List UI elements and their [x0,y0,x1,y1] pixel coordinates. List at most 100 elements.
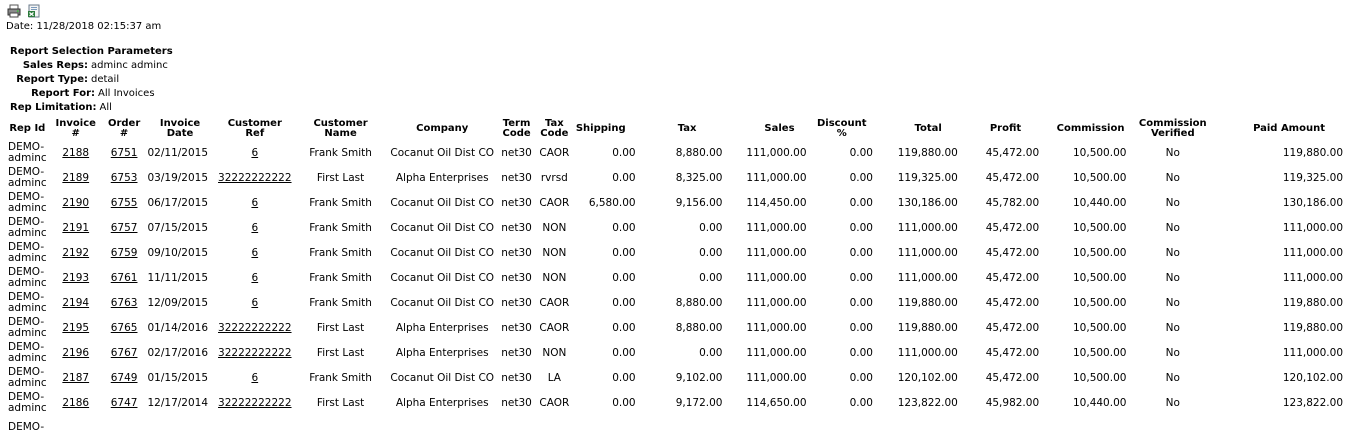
cell-total: 111,000.00 [897,346,958,359]
cell-shipping: 6,580.00 [588,196,636,209]
cell-discount: 0.00 [849,271,873,284]
cell-term-code: net30 [501,346,532,359]
customer-ref-link[interactable]: 32222222222 [218,347,292,359]
cell-tax-code: CAOR [539,196,570,209]
customer-ref-link[interactable]: 6 [251,297,258,309]
customer-ref-link[interactable]: 32222222222 [218,172,292,184]
cell-discount: 0.00 [849,346,873,359]
rep-id-line: adminc [8,151,47,164]
cell-discount: 0.00 [849,246,873,259]
printer-icon[interactable] [7,4,21,18]
param-label: Report For: [31,88,95,99]
cell-rep-id: DEMO-adminc [6,340,49,365]
order-link[interactable]: 6761 [111,272,138,284]
cell-rep-id: DEMO-adminc [6,215,49,240]
customer-ref-link[interactable]: 6 [251,222,258,234]
invoice-link[interactable]: 2193 [62,272,89,284]
cell-customer-name [295,415,386,440]
cell-tax: 9,172.00 [675,396,723,409]
order-link[interactable]: 6747 [111,397,138,409]
cell-shipping: 0.00 [612,346,636,359]
customer-ref-link[interactable]: 6 [251,147,258,159]
cell-shipping [574,415,638,440]
invoice-link[interactable]: 2192 [62,247,89,259]
cell-tax-code: rvrsd [540,171,568,184]
invoice-link[interactable]: 2188 [62,147,89,159]
cell-commission-verified: No [1165,221,1180,234]
param-value: All Invoices [98,88,155,99]
invoice-link[interactable]: 2189 [62,172,89,184]
param-value: detail [91,74,120,85]
cell-commission: 10,500.00 [1073,146,1127,159]
cell-sales [724,415,808,440]
cell-total: 111,000.00 [897,271,958,284]
invoice-link[interactable]: 2190 [62,197,89,209]
cell-paid-amount: 119,880.00 [1282,146,1343,159]
cell-rep-id: DEMO-adminc [6,290,49,315]
cell-shipping: 0.00 [612,271,636,284]
cell-profit: 45,472.00 [985,321,1040,334]
customer-ref-link[interactable]: 6 [251,247,258,259]
order-link[interactable]: 6767 [111,347,138,359]
order-link[interactable]: 6751 [111,147,138,159]
cell-company: Alpha Enterprises [395,346,489,359]
cell-tax-code: NON [542,271,567,284]
cell-commission-verified: No [1165,396,1180,409]
order-link[interactable]: 6749 [111,372,138,384]
cell-customer-name: Frank Smith [309,371,372,384]
cell-invoice-date: 12/09/2015 [147,296,209,309]
invoice-link[interactable]: 2196 [62,347,89,359]
order-link[interactable]: 6765 [111,322,138,334]
invoice-link[interactable]: 2195 [62,322,89,334]
cell-customer-name: Frank Smith [309,296,372,309]
cell-sales: 111,000.00 [746,296,807,309]
cell-customer-name: Frank Smith [309,196,372,209]
cell-profit: 45,472.00 [985,221,1040,234]
rep-id-line: adminc [8,226,47,239]
customer-ref-link[interactable]: 6 [251,197,258,209]
cell-rep-id: DEMO-adminc [6,190,49,215]
invoice-link[interactable]: 2194 [62,297,89,309]
cell-invoice-date [145,415,214,440]
cell-profit: 45,472.00 [985,246,1040,259]
order-link[interactable]: 6755 [111,197,138,209]
cell-sales: 111,000.00 [746,371,807,384]
cell-discount: 0.00 [849,146,873,159]
order-link[interactable]: 6759 [111,247,138,259]
rep-id-line: adminc [8,401,47,414]
invoice-link[interactable]: 2186 [62,397,89,409]
col-header-invoice-date: Invoice Date [159,118,201,139]
cell-tax [638,415,725,440]
cell-shipping: 0.00 [612,321,636,334]
invoice-report-table: Rep Id Invoice # Order # Invoice Date Cu… [6,118,1345,440]
cell-invoice-date: 09/10/2015 [147,246,209,259]
table-row: DEMO-adminc 2189 6753 03/19/2015 32222222222… [6,165,1345,190]
cell-invoice-date: 02/11/2015 [147,146,209,159]
cell-order: 6749 [103,365,146,390]
invoice-link[interactable]: 2187 [62,372,89,384]
cell-rep-id: DEMO-adminc [6,265,49,290]
cell-tax: 8,325.00 [675,171,723,184]
invoice-link[interactable]: 2191 [62,222,89,234]
customer-ref-link[interactable]: 32222222222 [218,322,292,334]
cell-total: 119,880.00 [897,296,958,309]
customer-ref-link[interactable]: 6 [251,272,258,284]
cell-term-code: net30 [501,171,532,184]
col-header-term-code: Term Code [498,118,535,140]
customer-ref-link[interactable]: 6 [251,372,258,384]
cell-sales: 111,000.00 [746,271,807,284]
cell-invoice-date: 11/11/2015 [147,271,209,284]
cell-sales: 114,450.00 [746,196,807,209]
order-link[interactable]: 6757 [111,222,138,234]
excel-export-icon[interactable] [27,4,41,18]
cell-commission-verified [1128,415,1217,440]
cell-order [103,415,146,440]
rep-id-line: adminc [8,301,47,314]
order-link[interactable]: 6763 [111,297,138,309]
rep-id-line: adminc [8,276,47,289]
col-header-commission-verified: Commission Verified [1128,118,1217,140]
cell-term-code: net30 [501,196,532,209]
order-link[interactable]: 6753 [111,172,138,184]
param-label: Sales Reps: [22,60,88,71]
customer-ref-link[interactable]: 32222222222 [218,397,292,409]
